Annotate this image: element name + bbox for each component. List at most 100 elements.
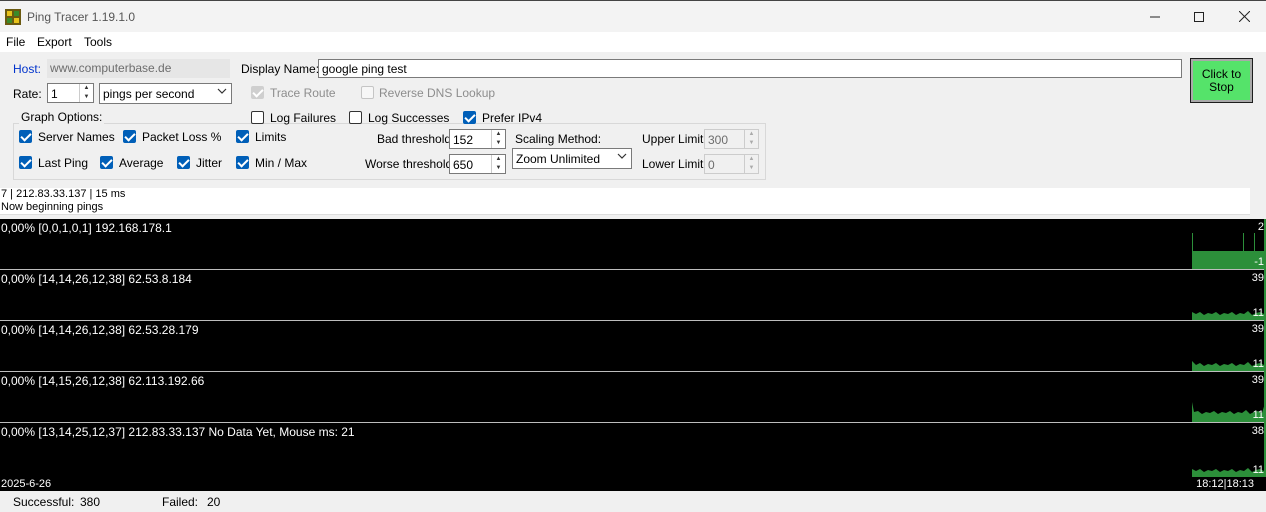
log-failures-checkbox[interactable] bbox=[251, 111, 264, 124]
limits-checkbox[interactable] bbox=[236, 130, 249, 143]
average-checkbox[interactable] bbox=[100, 156, 113, 169]
worse-threshold-value: 650 bbox=[453, 158, 474, 172]
failed-label: Failed: bbox=[162, 495, 199, 509]
graph-row-1[interactable]: 0,00% [0,0,1,0,1] 192.168.178.1 2 -1 bbox=[0, 219, 1266, 270]
last-ping-checkbox[interactable] bbox=[19, 156, 32, 169]
graph-row-3[interactable]: 0,00% [14,14,26,12,38] 62.53.28.179 39 1… bbox=[0, 321, 1266, 372]
worse-threshold-up-icon[interactable]: ▲ bbox=[492, 155, 505, 164]
upper-limit-down-icon[interactable]: ▼ bbox=[745, 139, 758, 148]
app-icon bbox=[5, 9, 21, 25]
title-bar: Ping Tracer 1.19.1.0 bbox=[0, 0, 1266, 32]
graph-min: 11 bbox=[1252, 358, 1264, 370]
ping-log[interactable]: 7 | 212.83.33.137 | 15 ms Now beginning … bbox=[0, 188, 1250, 215]
lower-limit-value: 0 bbox=[708, 158, 715, 172]
worse-threshold-stepper[interactable]: 650 ▲ ▼ bbox=[449, 154, 506, 174]
reverse-dns-label: Reverse DNS Lookup bbox=[379, 86, 496, 100]
upper-limit-stepper[interactable]: 300 ▲ ▼ bbox=[704, 129, 759, 149]
status-bar: Successful: 380 Failed: 20 bbox=[0, 491, 1266, 512]
graph-min: 11 bbox=[1252, 307, 1264, 319]
host-label: Host: bbox=[13, 62, 42, 76]
graph-times: 18:12|18:13 bbox=[1196, 478, 1254, 490]
graph-row-2[interactable]: 0,00% [14,14,26,12,38] 62.53.8.184 39 11 bbox=[0, 270, 1266, 321]
menu-bar: File Export Tools bbox=[0, 32, 1266, 52]
rate-label: Rate: bbox=[13, 87, 42, 101]
graph-row-5[interactable]: 0,00% [13,14,25,12,37] 212.83.33.137 No … bbox=[0, 423, 1266, 477]
lower-limit-down-icon[interactable]: ▼ bbox=[745, 164, 758, 173]
bad-threshold-stepper[interactable]: 152 ▲ ▼ bbox=[449, 129, 506, 149]
packet-loss-label: Packet Loss % bbox=[142, 130, 222, 144]
graph-max: 39 bbox=[1251, 374, 1264, 386]
menu-file[interactable]: File bbox=[6, 35, 25, 49]
upper-limit-label: Upper Limit: bbox=[642, 132, 707, 146]
log-failures-label: Log Failures bbox=[270, 111, 337, 125]
menu-tools[interactable]: Tools bbox=[84, 35, 112, 49]
scaling-method-value: Zoom Unlimited bbox=[516, 152, 601, 166]
worse-threshold-down-icon[interactable]: ▼ bbox=[492, 164, 505, 173]
close-icon[interactable] bbox=[1221, 1, 1266, 33]
bad-threshold-up-icon[interactable]: ▲ bbox=[492, 130, 505, 139]
rate-value: 1 bbox=[51, 87, 58, 101]
rate-up-icon[interactable]: ▲ bbox=[80, 84, 93, 93]
last-ping-label: Last Ping bbox=[38, 156, 89, 170]
time-footer: 2025-6-26 18:12|18:13 bbox=[0, 477, 1266, 491]
reverse-dns-checkbox[interactable] bbox=[361, 86, 374, 99]
prefer-ipv4-label: Prefer IPv4 bbox=[482, 111, 543, 125]
upper-limit-up-icon[interactable]: ▲ bbox=[745, 130, 758, 139]
chevron-down-icon bbox=[617, 152, 627, 163]
log-successes-checkbox[interactable] bbox=[349, 111, 362, 124]
rate-unit-value: pings per second bbox=[103, 87, 195, 101]
stop-button[interactable]: Click to Stop bbox=[1190, 58, 1253, 103]
graph-max: 38 bbox=[1251, 425, 1264, 437]
graph-date: 2025-6-26 bbox=[1, 478, 52, 490]
successful-count: 380 bbox=[80, 495, 101, 509]
average-label: Average bbox=[119, 156, 164, 170]
window-title: Ping Tracer 1.19.1.0 bbox=[27, 10, 136, 24]
graph-min: -1 bbox=[1254, 256, 1264, 268]
prefer-ipv4-checkbox[interactable] bbox=[463, 111, 476, 124]
maximize-icon[interactable] bbox=[1176, 1, 1222, 33]
graph-max: 39 bbox=[1251, 323, 1264, 335]
failed-count: 20 bbox=[207, 495, 221, 509]
graph-label: 0,00% [14,14,26,12,38] 62.53.8.184 bbox=[1, 272, 192, 286]
stop-button-label: Click to Stop bbox=[1201, 67, 1242, 94]
graph-label: 0,00% [0,0,1,0,1] 192.168.178.1 bbox=[1, 221, 172, 235]
menu-export[interactable]: Export bbox=[37, 35, 72, 49]
min-max-label: Min / Max bbox=[255, 156, 308, 170]
rate-down-icon[interactable]: ▼ bbox=[80, 93, 93, 102]
rate-stepper[interactable]: 1 ▲ ▼ bbox=[47, 83, 94, 103]
bad-threshold-value: 152 bbox=[453, 133, 474, 147]
successful-label: Successful: bbox=[13, 495, 75, 509]
lower-limit-up-icon[interactable]: ▲ bbox=[745, 155, 758, 164]
min-max-checkbox[interactable] bbox=[236, 156, 249, 169]
display-name-label: Display Name: bbox=[241, 62, 320, 76]
log-successes-label: Log Successes bbox=[368, 111, 450, 125]
graph-row-4[interactable]: 0,00% [14,15,26,12,38] 62.113.192.66 39 … bbox=[0, 372, 1266, 423]
graph-label: 0,00% [13,14,25,12,37] 212.83.33.137 No … bbox=[1, 425, 355, 439]
packet-loss-checkbox[interactable] bbox=[123, 130, 136, 143]
lower-limit-stepper[interactable]: 0 ▲ ▼ bbox=[704, 154, 759, 174]
lower-limit-label: Lower Limit: bbox=[642, 157, 707, 171]
scaling-method-select[interactable]: Zoom Unlimited bbox=[512, 148, 632, 169]
trace-route-label: Trace Route bbox=[270, 86, 336, 100]
graph-options-legend: Graph Options: bbox=[19, 110, 105, 124]
graph-label: 0,00% [14,15,26,12,38] 62.113.192.66 bbox=[1, 374, 205, 388]
upper-limit-value: 300 bbox=[708, 133, 729, 147]
host-input[interactable]: www.computerbase.de bbox=[47, 59, 230, 78]
bad-threshold-down-icon[interactable]: ▼ bbox=[492, 139, 505, 148]
graph-min: 11 bbox=[1252, 464, 1264, 476]
trace-route-checkbox[interactable] bbox=[251, 86, 264, 99]
chevron-down-icon bbox=[217, 87, 227, 98]
jitter-checkbox[interactable] bbox=[177, 156, 190, 169]
server-names-checkbox[interactable] bbox=[19, 130, 32, 143]
minimize-icon[interactable] bbox=[1132, 1, 1178, 33]
worse-threshold-label: Worse threshold: bbox=[365, 157, 456, 171]
scaling-method-label: Scaling Method: bbox=[515, 132, 602, 146]
log-line: Now beginning pings bbox=[1, 201, 104, 213]
rate-unit-select[interactable]: pings per second bbox=[99, 83, 232, 104]
graph-area[interactable]: 0,00% [0,0,1,0,1] 192.168.178.1 2 -1 0,0… bbox=[0, 219, 1266, 491]
graph-label: 0,00% [14,14,26,12,38] 62.53.28.179 bbox=[1, 323, 199, 337]
graph-max: 39 bbox=[1251, 272, 1264, 284]
graph-min: 11 bbox=[1252, 409, 1264, 421]
display-name-input[interactable]: google ping test bbox=[318, 59, 1182, 78]
limits-label: Limits bbox=[255, 130, 287, 144]
